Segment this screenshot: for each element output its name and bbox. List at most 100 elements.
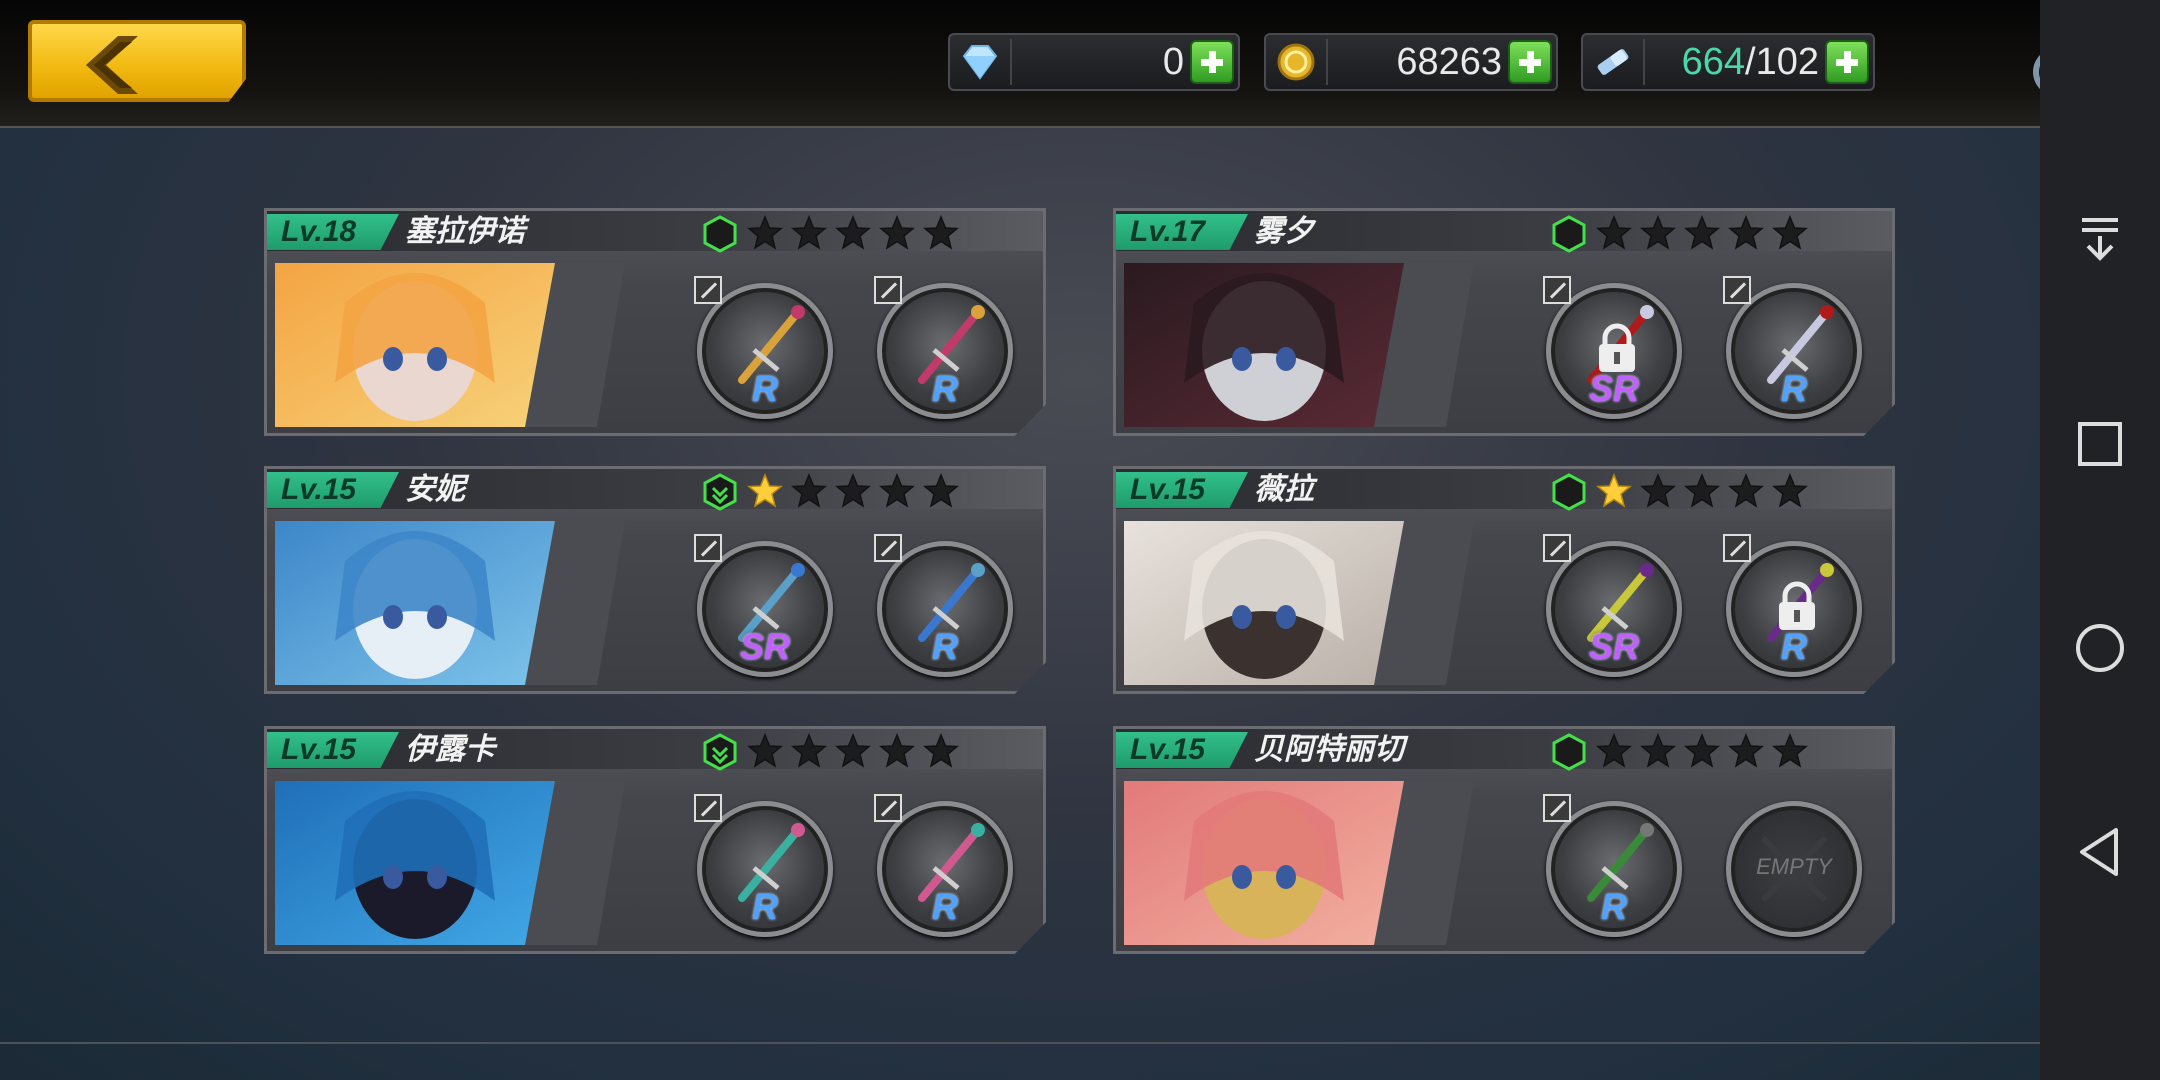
rarity-badge: R bbox=[932, 626, 958, 667]
ticket-current: 664 bbox=[1681, 41, 1746, 83]
character-name: 安妮 bbox=[405, 472, 465, 507]
star-empty-icon bbox=[1728, 215, 1764, 250]
star-rating bbox=[747, 733, 959, 771]
character-card[interactable]: Lv.15 伊露卡 R R bbox=[264, 726, 1046, 954]
star-rating bbox=[747, 215, 959, 253]
equipment-slot-locked[interactable]: R bbox=[1723, 534, 1862, 677]
rarity-badge: SR bbox=[739, 626, 790, 667]
equipment-slot-empty[interactable]: EMPTY bbox=[1726, 801, 1862, 937]
star-empty-icon bbox=[1640, 473, 1676, 508]
rarity-badge: SR bbox=[1588, 626, 1639, 667]
system-nav-bar bbox=[2040, 0, 2160, 1080]
star-empty-icon bbox=[1772, 733, 1808, 768]
star-empty-icon bbox=[1684, 473, 1720, 508]
equipment-slot[interactable]: R bbox=[1543, 794, 1682, 937]
equipment-slot[interactable]: R bbox=[694, 276, 833, 419]
character-name: 贝阿特丽切 bbox=[1254, 732, 1404, 767]
star-empty-icon bbox=[747, 215, 783, 250]
bottom-divider bbox=[0, 1042, 2040, 1044]
edit-icon[interactable] bbox=[1723, 276, 1751, 304]
rank-hexagon-icon bbox=[1552, 733, 1586, 771]
equipment-slot[interactable]: R bbox=[694, 794, 833, 937]
edit-icon[interactable] bbox=[874, 794, 902, 822]
star-empty-icon bbox=[835, 733, 871, 768]
equipment-slot[interactable]: R bbox=[874, 794, 1013, 937]
pull-down-icon[interactable] bbox=[2070, 208, 2130, 268]
edit-icon[interactable] bbox=[1543, 276, 1571, 304]
edit-icon[interactable] bbox=[694, 276, 722, 304]
diamond-amount: 0 bbox=[1162, 41, 1184, 83]
character-portrait bbox=[1124, 781, 1474, 945]
back-button[interactable] bbox=[28, 20, 246, 102]
lock-icon bbox=[1779, 581, 1815, 630]
square-icon[interactable] bbox=[2070, 414, 2130, 474]
edit-icon[interactable] bbox=[694, 534, 722, 562]
character-card[interactable]: Lv.15 薇拉 SR R bbox=[1113, 466, 1895, 694]
character-card[interactable]: Lv.18 塞拉伊诺 R R bbox=[264, 208, 1046, 436]
character-portrait bbox=[1124, 263, 1474, 427]
rarity-badge: R bbox=[1781, 626, 1807, 667]
level-badge: Lv.15 bbox=[267, 472, 399, 508]
rank-hexagon-icon bbox=[1552, 215, 1586, 253]
star-empty-icon bbox=[1596, 215, 1632, 250]
star-empty-icon bbox=[1684, 215, 1720, 250]
edit-icon[interactable] bbox=[1723, 534, 1751, 562]
circle-icon[interactable] bbox=[2070, 618, 2130, 678]
star-empty-icon bbox=[791, 215, 827, 250]
edit-icon[interactable] bbox=[1543, 534, 1571, 562]
star-empty-icon bbox=[835, 215, 871, 250]
diamond-icon bbox=[962, 45, 998, 80]
add-gold-button[interactable] bbox=[1508, 40, 1552, 84]
gold-coin-icon bbox=[1277, 43, 1315, 81]
triangle-back-icon[interactable] bbox=[2070, 822, 2130, 882]
star-empty-icon bbox=[835, 473, 871, 508]
star-rating bbox=[747, 473, 959, 511]
chevron-left-icon bbox=[86, 36, 138, 94]
level-badge: Lv.18 bbox=[267, 214, 399, 250]
rank-hexagon-icon bbox=[703, 733, 737, 771]
equipment-slot-locked[interactable]: SR bbox=[1543, 276, 1682, 419]
star-empty-icon bbox=[1596, 733, 1632, 768]
edit-icon[interactable] bbox=[874, 534, 902, 562]
add-diamonds-button[interactable] bbox=[1190, 40, 1234, 84]
equipment-slot[interactable]: R bbox=[1723, 276, 1862, 419]
equipment-slot[interactable]: R bbox=[874, 534, 1013, 677]
edit-icon[interactable] bbox=[1543, 794, 1571, 822]
character-card[interactable]: Lv.15 安妮 SR R bbox=[264, 466, 1046, 694]
star-empty-icon bbox=[747, 733, 783, 768]
character-card[interactable]: Lv.15 贝阿特丽切 R EMPTY bbox=[1113, 726, 1895, 954]
star-empty-icon bbox=[879, 733, 915, 768]
rank-hexagon-icon bbox=[1552, 473, 1586, 511]
star-empty-icon bbox=[879, 215, 915, 250]
star-rating bbox=[1596, 733, 1808, 771]
empty-slot-label: EMPTY bbox=[1756, 854, 1832, 879]
equipment-slot[interactable]: SR bbox=[1543, 534, 1682, 677]
star-filled-icon bbox=[1596, 473, 1632, 508]
gold-amount: 68263 bbox=[1396, 41, 1502, 83]
star-empty-icon bbox=[1640, 733, 1676, 768]
rarity-badge: R bbox=[932, 886, 958, 927]
equipment-slot[interactable]: R bbox=[874, 276, 1013, 419]
star-empty-icon bbox=[1772, 215, 1808, 250]
character-card[interactable]: Lv.17 雾夕 SR R bbox=[1113, 208, 1895, 436]
ticket-max: /102 bbox=[1745, 41, 1819, 83]
star-empty-icon bbox=[879, 473, 915, 508]
ticket-icon bbox=[1597, 49, 1629, 75]
lock-icon bbox=[1599, 323, 1635, 372]
star-empty-icon bbox=[1640, 215, 1676, 250]
star-empty-icon bbox=[923, 473, 959, 508]
star-filled-icon bbox=[747, 473, 783, 508]
add-tickets-button[interactable] bbox=[1825, 40, 1869, 84]
rank-hexagon-icon bbox=[703, 215, 737, 253]
equipment-slot[interactable]: SR bbox=[694, 534, 833, 677]
level-badge: Lv.15 bbox=[1116, 472, 1248, 508]
ticket-counter: 664/102 bbox=[1581, 33, 1875, 91]
star-empty-icon bbox=[791, 733, 827, 768]
edit-icon[interactable] bbox=[694, 794, 722, 822]
rarity-badge: R bbox=[752, 886, 778, 927]
top-bar: 0 68263 664/102 bbox=[0, 0, 2107, 128]
star-empty-icon bbox=[923, 215, 959, 250]
edit-icon[interactable] bbox=[874, 276, 902, 304]
star-empty-icon bbox=[1684, 733, 1720, 768]
rarity-badge: R bbox=[752, 368, 778, 409]
